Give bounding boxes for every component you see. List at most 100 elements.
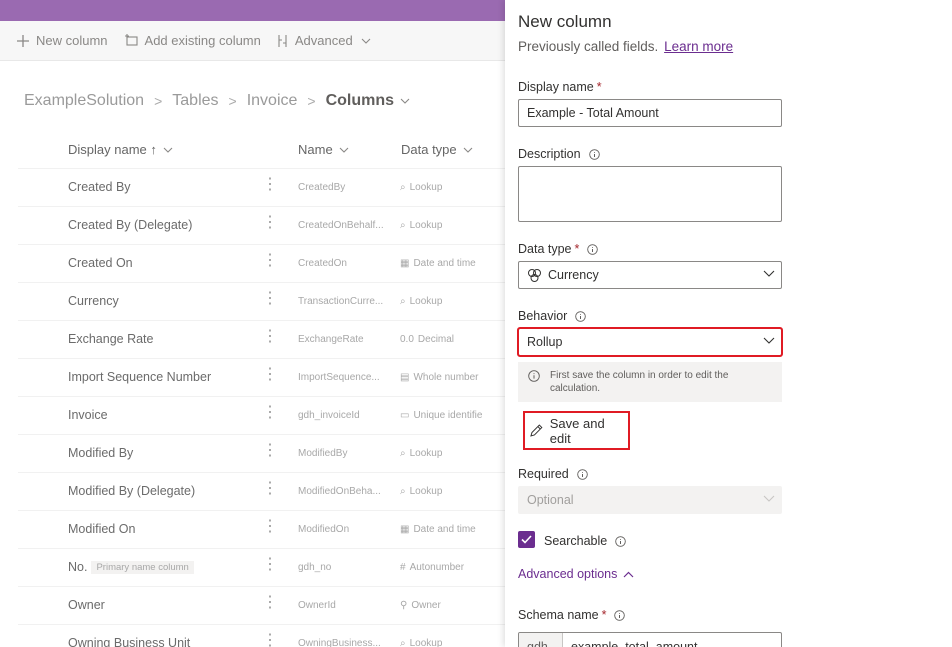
panel-title: New column — [518, 12, 612, 31]
info-icon[interactable] — [588, 148, 600, 160]
more-options-icon[interactable]: ⋮ — [262, 215, 278, 231]
row-display-name[interactable]: Created By (Delegate) — [68, 218, 192, 232]
table-row[interactable]: Owner ⋮ OwnerId ⚲ Owner — [18, 586, 518, 624]
breadcrumb-invoice[interactable]: Invoice — [247, 92, 298, 110]
row-display-name[interactable]: Owning Business Unit — [68, 636, 190, 647]
chevron-down-icon[interactable] — [400, 98, 410, 104]
table-row[interactable]: Import Sequence Number ⋮ ImportSequence...… — [18, 358, 518, 396]
row-data-type-label: Lookup — [409, 220, 443, 231]
display-name-label: Display name * — [518, 80, 602, 94]
advanced-options-toggle[interactable]: Advanced options — [518, 567, 634, 581]
row-display-name[interactable]: Owner — [68, 598, 105, 612]
more-options-icon[interactable]: ⋮ — [262, 633, 278, 647]
more-options-icon[interactable]: ⋮ — [262, 291, 278, 307]
data-type-label: Data type * — [518, 242, 599, 256]
header-name[interactable]: Name — [298, 142, 349, 157]
row-display-name[interactable]: Exchange Rate — [68, 332, 153, 346]
required-dropdown[interactable]: Optional — [518, 486, 782, 514]
data-type-dropdown[interactable]: Currency — [518, 261, 782, 289]
more-options-icon[interactable]: ⋮ — [262, 177, 278, 193]
row-display-name[interactable]: Currency — [68, 294, 119, 308]
learn-more-link[interactable]: Learn more — [664, 39, 733, 54]
row-display-name[interactable]: Modified By — [68, 446, 133, 460]
breadcrumb-columns[interactable]: Columns — [326, 92, 394, 110]
row-display-name[interactable]: Import Sequence Number — [68, 370, 211, 384]
advanced-menu-button[interactable]: Advanced — [277, 33, 377, 48]
row-data-type: ⌕ Lookup — [400, 486, 505, 497]
row-data-type: ▦ Date and time — [400, 258, 505, 269]
row-display-name[interactable]: No. — [68, 560, 87, 574]
header-data-type[interactable]: Data type — [401, 142, 473, 157]
save-and-edit-label: Save and edit — [549, 415, 605, 446]
table-row[interactable]: Currency ⋮ TransactionCurre... ⌕ Lookup — [18, 282, 518, 320]
row-data-type-label: Date and time — [413, 258, 476, 269]
row-data-type: ⌕ Lookup — [400, 638, 505, 647]
primary-name-badge: Primary name column — [91, 561, 194, 575]
row-data-type: ⚲ Owner — [400, 600, 505, 611]
description-label: Description — [518, 147, 600, 161]
table-row[interactable]: Created On ⋮ CreatedOn ▦ Date and time — [18, 244, 518, 282]
row-display-name[interactable]: Modified By (Delegate) — [68, 484, 195, 498]
table-row[interactable]: Created By (Delegate) ⋮ CreatedOnBehalf...… — [18, 206, 518, 244]
save-and-edit-button[interactable]: Save and edit — [523, 411, 630, 450]
breadcrumb-solution[interactable]: ExampleSolution — [24, 92, 144, 110]
more-options-icon[interactable]: ⋮ — [262, 519, 278, 535]
row-data-type-label: Owner — [411, 600, 441, 611]
data-type-icon: ⌕ — [400, 448, 406, 459]
more-options-icon[interactable]: ⋮ — [262, 557, 278, 573]
info-icon[interactable] — [575, 310, 587, 322]
info-icon[interactable] — [587, 243, 599, 255]
info-icon[interactable] — [576, 468, 588, 480]
row-data-type: ⌕ Lookup — [400, 448, 505, 459]
breadcrumb-separator: > — [154, 93, 163, 109]
chevron-down-icon — [163, 147, 173, 153]
info-icon[interactable] — [614, 609, 626, 621]
required-label-text: Required — [518, 467, 569, 481]
description-input[interactable] — [518, 166, 782, 222]
new-column-button[interactable]: New column — [16, 33, 108, 48]
searchable-checkbox[interactable] — [518, 531, 535, 548]
table-row[interactable]: Modified On ⋮ ModifiedOn ▦ Date and time — [18, 510, 518, 548]
schema-name-input[interactable]: gdh example_total_amount — [518, 632, 782, 647]
info-icon[interactable] — [615, 535, 627, 547]
row-data-type: 0.0 Decimal — [400, 334, 505, 345]
data-type-icon: # — [400, 562, 406, 573]
data-type-label-text: Data type — [518, 242, 572, 256]
row-display-name[interactable]: Invoice — [68, 408, 108, 422]
table-row[interactable]: Invoice ⋮ gdh_invoiceId ▭ Unique identifie — [18, 396, 518, 434]
row-display-name[interactable]: Modified On — [68, 522, 135, 536]
more-options-icon[interactable]: ⋮ — [262, 481, 278, 497]
row-display-name[interactable]: Created By — [68, 180, 131, 194]
table-row[interactable]: No. Primary name column ⋮ gdh_no # Autonumber — [18, 548, 518, 586]
more-options-icon[interactable]: ⋮ — [262, 595, 278, 611]
more-options-icon[interactable]: ⋮ — [262, 405, 278, 421]
currency-icon — [528, 268, 541, 282]
header-display-name[interactable]: Display name ↑ — [68, 142, 173, 157]
add-existing-icon — [124, 33, 138, 46]
table-row[interactable]: Modified By (Delegate) ⋮ ModifiedOnBeha...… — [18, 472, 518, 510]
data-type-icon: ⌕ — [400, 220, 406, 231]
behavior-label-text: Behavior — [518, 309, 568, 323]
row-data-type: ⌕ Lookup — [400, 220, 505, 231]
display-name-input[interactable]: Example - Total Amount — [518, 99, 782, 127]
more-options-icon[interactable]: ⋮ — [262, 329, 278, 345]
required-marker: * — [574, 242, 580, 256]
searchable-label: Searchable — [544, 534, 627, 548]
behavior-label: Behavior — [518, 309, 587, 323]
more-options-icon[interactable]: ⋮ — [262, 253, 278, 269]
table-row[interactable]: Exchange Rate ⋮ ExchangeRate 0.0 Decimal — [18, 320, 518, 358]
table-row[interactable]: Owning Business Unit ⋮ OwningBusiness... ⌕ L… — [18, 624, 518, 647]
row-schema-name: CreatedBy — [298, 182, 346, 193]
more-options-icon[interactable]: ⋮ — [262, 443, 278, 459]
row-schema-name: ModifiedOnBeha... — [298, 486, 381, 497]
row-schema-name: ExchangeRate — [298, 334, 364, 345]
breadcrumb-tables[interactable]: Tables — [172, 92, 218, 110]
table-row[interactable]: Created By ⋮ CreatedBy ⌕ Lookup — [18, 168, 518, 206]
table-row[interactable]: Modified By ⋮ ModifiedBy ⌕ Lookup — [18, 434, 518, 472]
add-existing-column-button[interactable]: Add existing column — [124, 33, 261, 48]
behavior-dropdown[interactable]: Rollup — [517, 327, 783, 357]
data-type-value: Currency — [548, 268, 599, 282]
more-options-icon[interactable]: ⋮ — [262, 367, 278, 383]
row-data-type-label: Lookup — [409, 638, 443, 647]
row-display-name[interactable]: Created On — [68, 256, 133, 270]
